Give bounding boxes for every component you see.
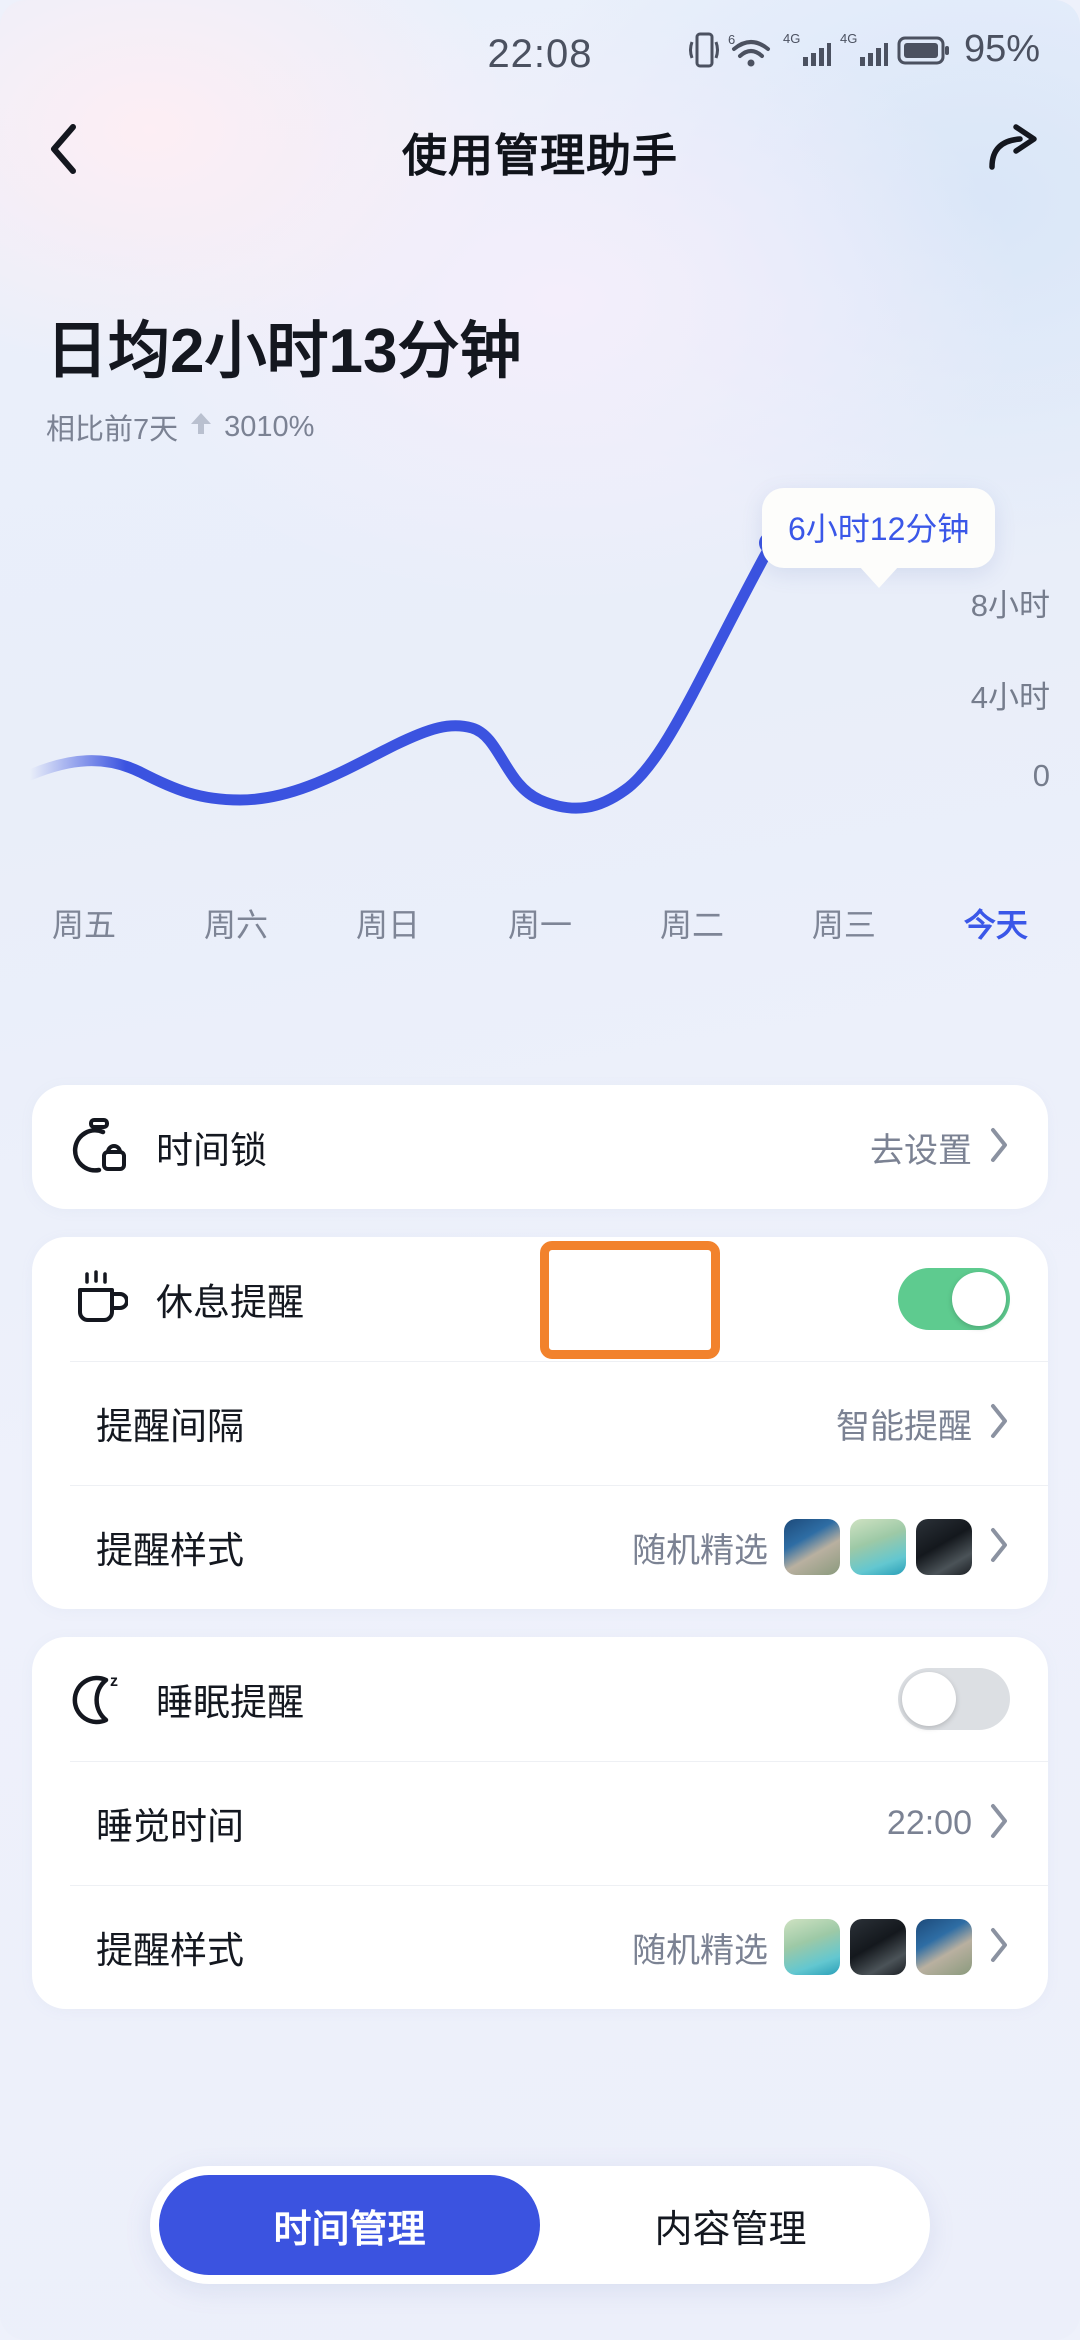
change-percent: 3010%: [224, 410, 315, 443]
chevron-right-icon: [988, 1802, 1010, 1845]
time-lock-row[interactable]: 时间锁 去设置: [32, 1085, 1048, 1209]
time-lock-action[interactable]: 去设置: [870, 1123, 1010, 1172]
sleep-reminder-label: 睡眠提醒: [156, 1682, 304, 1723]
sleep-reminder-style-label: 提醒样式: [96, 1930, 244, 1971]
share-arrow-icon: [986, 123, 1044, 180]
moon-z-icon: z: [70, 1668, 156, 1730]
chevron-right-icon: [988, 1526, 1010, 1569]
vibrate-icon: [688, 29, 719, 71]
usage-summary: 日均2小时13分钟 相比前7天 3010%: [46, 300, 521, 448]
page-title: 使用管理助手: [401, 129, 678, 181]
y-tick-label-top: 8小时: [970, 588, 1050, 623]
settings-list: 时间锁 去设置 休息提醒 提醒间隔 智能提醒 提醒样式 随机精选 z 睡眠提醒 …: [32, 1085, 1048, 2037]
comparison-label: 相比前7天: [46, 414, 179, 446]
status-bar-icons: 6 4G 4G 95%: [688, 28, 1040, 71]
time-lock-card: 时间锁 去设置: [32, 1085, 1048, 1209]
sleep-reminder-style-row[interactable]: 提醒样式 随机精选: [32, 1885, 1048, 2009]
chevron-right-icon: [988, 1402, 1010, 1445]
thumbnail-image: [916, 1519, 972, 1575]
break-reminder-card: 休息提醒 提醒间隔 智能提醒 提醒样式 随机精选: [32, 1237, 1048, 1609]
thumbnail-image: [784, 1519, 840, 1575]
comparison-row: 相比前7天 3010%: [46, 406, 521, 448]
svg-text:z: z: [110, 1673, 118, 1690]
svg-text:4G: 4G: [783, 31, 800, 46]
time-lock-value: 去设置: [870, 1131, 972, 1170]
x-tick-saturday[interactable]: 周六: [204, 900, 268, 946]
reminder-style-value: 随机精选: [632, 1531, 768, 1570]
back-button[interactable]: [0, 121, 130, 182]
status-bar: 22:08 6 4G 4G 95%: [0, 0, 1080, 96]
battery-icon: [897, 29, 951, 71]
reminder-style-row[interactable]: 提醒样式 随机精选: [32, 1485, 1048, 1609]
chart-x-axis: 周五 周六 周日 周一 周二 周三 今天: [0, 900, 1080, 946]
signal-4g-icon: 4G: [840, 29, 888, 71]
sleep-reminder-style-value: 随机精选: [632, 1931, 768, 1970]
thumbnail-image: [850, 1519, 906, 1575]
bottom-tab-bar: 时间管理 内容管理: [150, 2166, 930, 2284]
x-tick-wednesday[interactable]: 周三: [812, 900, 876, 946]
break-reminder-row[interactable]: 休息提醒: [32, 1237, 1048, 1361]
tab-content-management[interactable]: 内容管理: [540, 2175, 921, 2275]
break-reminder-label: 休息提醒: [156, 1282, 304, 1323]
battery-percent: 95%: [963, 28, 1040, 70]
daily-average-headline: 日均2小时13分钟: [46, 317, 522, 386]
x-tick-monday[interactable]: 周一: [508, 900, 572, 946]
y-tick-label-bottom: 0: [1032, 758, 1050, 793]
wifi6plus-icon: 6: [728, 29, 774, 71]
signal-4g-icon: 4G: [783, 29, 831, 71]
svg-text:6: 6: [728, 32, 735, 47]
tab-time-management[interactable]: 时间管理: [159, 2175, 540, 2275]
thumbnail-image: [850, 1919, 906, 1975]
y-tick-label-mid: 4小时: [970, 680, 1050, 715]
x-tick-tuesday[interactable]: 周二: [660, 900, 724, 946]
bedtime-label: 睡觉时间: [96, 1806, 244, 1847]
sleep-style-thumbnails: [784, 1919, 972, 1975]
x-tick-sunday[interactable]: 周日: [356, 900, 420, 946]
reminder-interval-label: 提醒间隔: [96, 1406, 244, 1447]
svg-text:4G: 4G: [840, 31, 857, 46]
bedtime-value: 22:00: [886, 1803, 972, 1842]
x-tick-today[interactable]: 今天: [964, 900, 1028, 946]
reminder-style-thumbnails: [784, 1519, 972, 1575]
stopwatch-lock-icon: [70, 1116, 156, 1178]
thumbnail-image: [916, 1919, 972, 1975]
phone-screen: 22:08 6 4G 4G 95% 使用管理助手 日均2小时13分钟 相比前7天…: [0, 0, 1080, 2340]
sleep-reminder-card: z 睡眠提醒 睡觉时间 22:00 提醒样式 随机精选: [32, 1637, 1048, 2009]
usage-chart[interactable]: 8小时 4小时 0 6小时12分钟: [0, 488, 1080, 920]
reminder-interval-row[interactable]: 提醒间隔 智能提醒: [32, 1361, 1048, 1485]
chevron-right-icon: [988, 1126, 1010, 1169]
sleep-reminder-toggle[interactable]: [898, 1668, 1010, 1730]
nav-bar: 使用管理助手: [0, 96, 1080, 206]
reminder-interval-value: 智能提醒: [836, 1407, 972, 1446]
thumbnail-image: [784, 1919, 840, 1975]
coffee-cup-icon: [70, 1268, 156, 1330]
arrow-up-icon: [188, 409, 214, 445]
sleep-reminder-row[interactable]: z 睡眠提醒: [32, 1637, 1048, 1761]
reminder-style-label: 提醒样式: [96, 1530, 244, 1571]
break-reminder-toggle[interactable]: [898, 1268, 1010, 1330]
x-tick-friday[interactable]: 周五: [52, 900, 116, 946]
chevron-right-icon: [988, 1926, 1010, 1969]
share-button[interactable]: [950, 123, 1080, 180]
chevron-left-icon: [45, 121, 85, 182]
toggle-knob: [902, 1672, 956, 1726]
time-lock-label: 时间锁: [156, 1130, 267, 1171]
bedtime-row[interactable]: 睡觉时间 22:00: [32, 1761, 1048, 1885]
toggle-knob: [952, 1272, 1006, 1326]
chart-tooltip: 6小时12分钟: [762, 488, 996, 568]
